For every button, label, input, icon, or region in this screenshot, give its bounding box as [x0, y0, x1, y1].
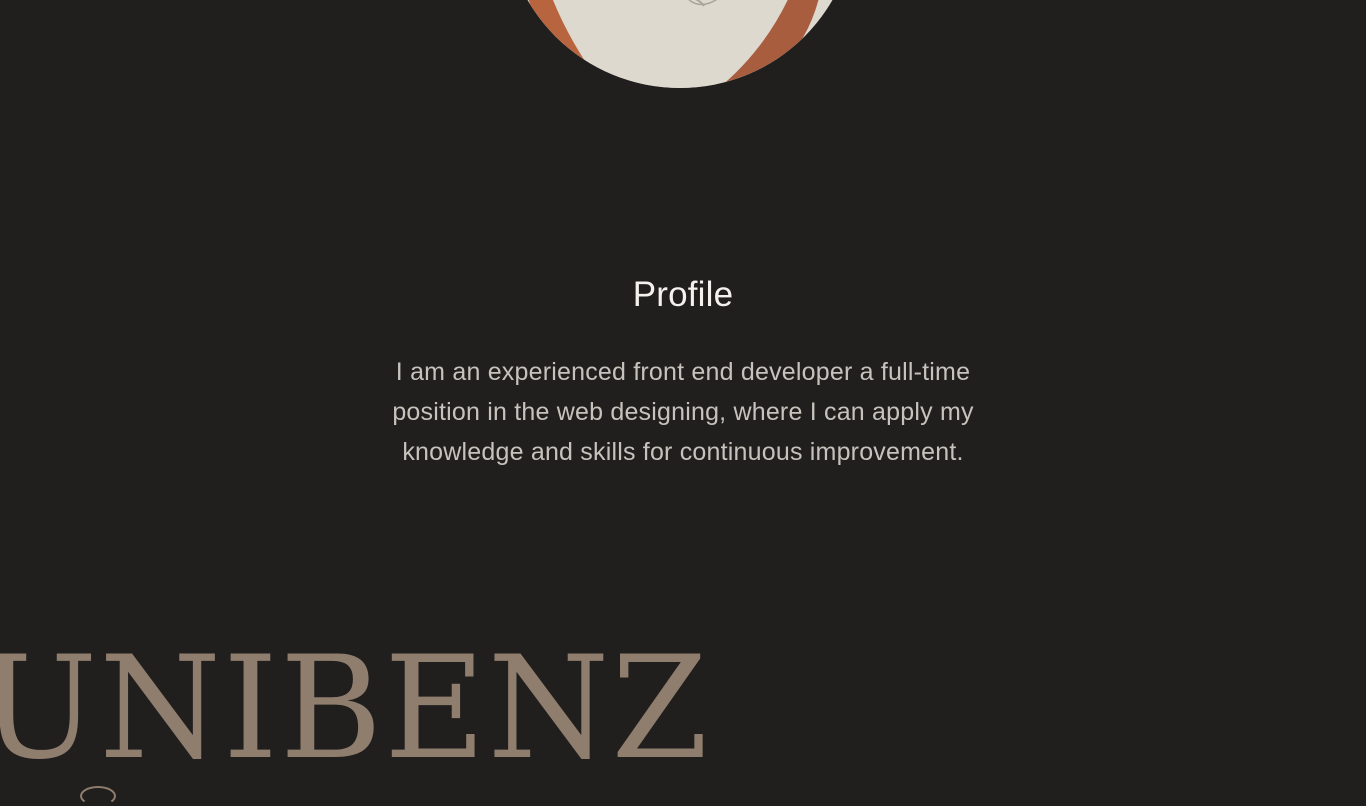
wordmark-decoration	[80, 786, 116, 806]
brand-wordmark: UNIBENZ	[0, 626, 711, 791]
profile-avatar	[504, 0, 856, 88]
profile-title: Profile	[632, 275, 734, 314]
avatar-photo	[504, 0, 856, 88]
profile-description: I am an experienced front end developer …	[392, 358, 974, 466]
